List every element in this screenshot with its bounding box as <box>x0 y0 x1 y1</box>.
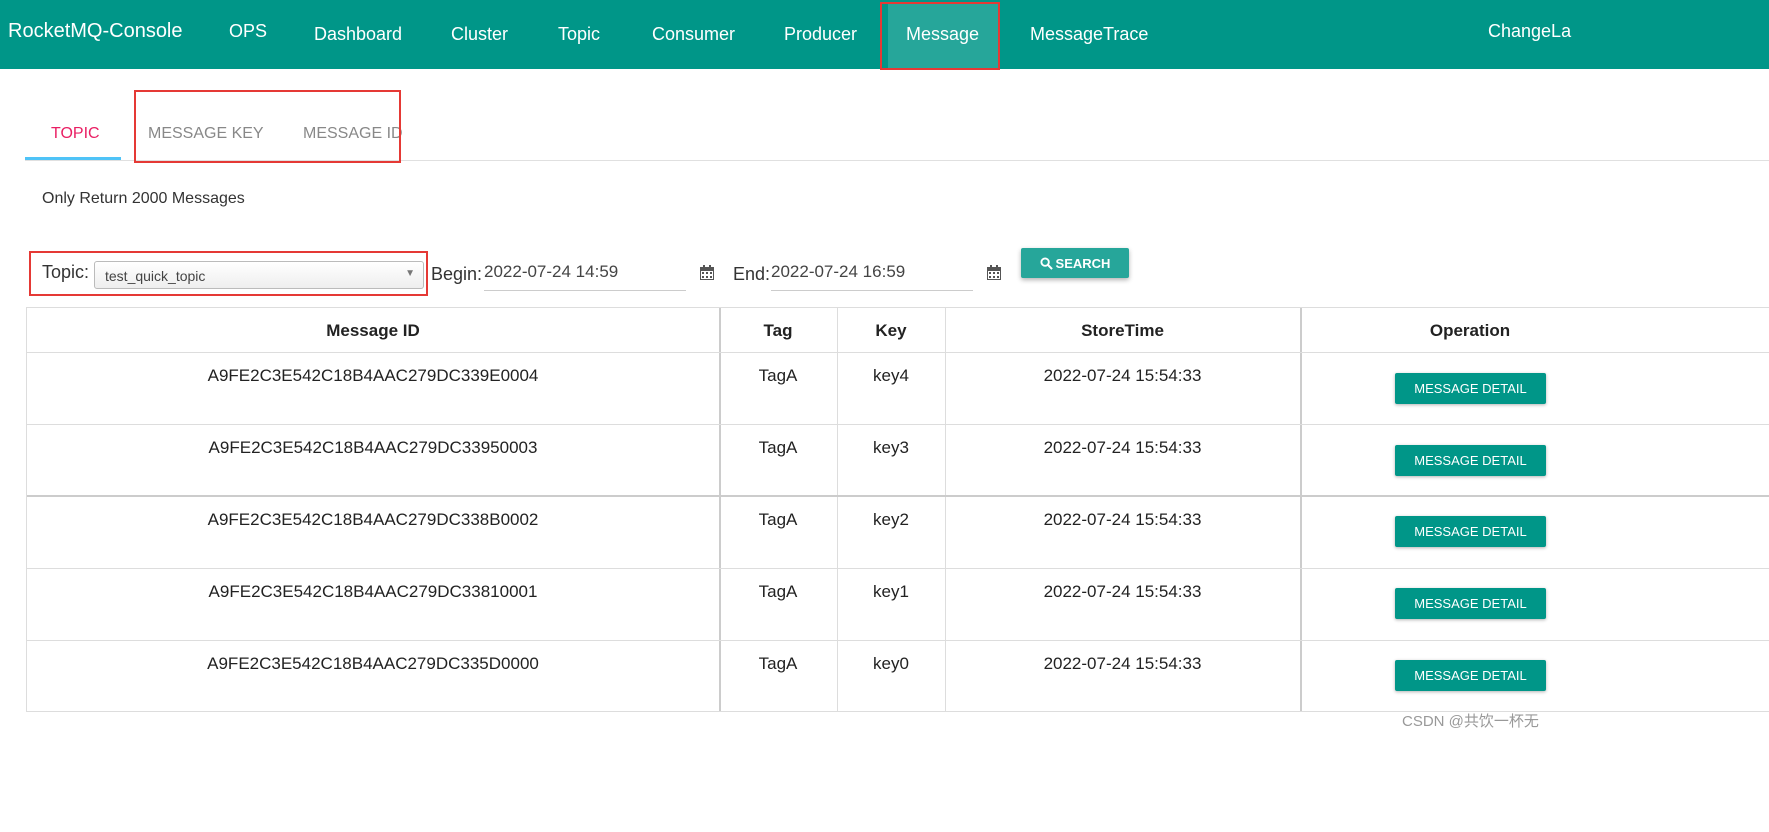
search-button[interactable]: SEARCH <box>1021 248 1129 278</box>
cell-tag: TagA <box>758 582 798 601</box>
message-detail-button[interactable]: MESSAGE DETAIL <box>1395 516 1546 547</box>
header-key: Key <box>875 321 907 340</box>
cell-message-id: A9FE2C3E542C18B4AAC279DC33810001 <box>208 582 538 601</box>
end-label: End: <box>733 264 771 284</box>
header-tag: Tag <box>763 321 793 340</box>
nav-change-language[interactable]: ChangeLa <box>1488 21 1571 42</box>
row-divider <box>27 352 1769 353</box>
nav-item-topic[interactable]: Topic <box>558 24 600 45</box>
cell-storetime: 2022-07-24 15:54:33 <box>1043 438 1202 457</box>
cell-message-id: A9FE2C3E542C18B4AAC279DC335D0000 <box>207 654 539 673</box>
cell-storetime: 2022-07-24 15:54:33 <box>1043 510 1202 529</box>
cell-storetime: 2022-07-24 15:54:33 <box>1043 366 1202 385</box>
row-divider <box>27 424 1769 425</box>
messages-table: Message ID Tag Key StoreTime Operation A… <box>26 307 1769 712</box>
row-divider <box>27 640 1769 641</box>
cell-key: key0 <box>873 654 909 673</box>
nav-item-dashboard[interactable]: Dashboard <box>314 24 402 45</box>
highlight-box-topic <box>29 251 428 296</box>
end-date-input[interactable]: 2022-07-24 16:59 <box>771 262 973 291</box>
nav-item-ops[interactable]: OPS <box>229 21 267 42</box>
cell-storetime: 2022-07-24 15:54:33 <box>1043 582 1202 601</box>
cell-tag: TagA <box>758 366 798 385</box>
cell-message-id: A9FE2C3E542C18B4AAC279DC338B0002 <box>207 510 539 529</box>
cell-key: key2 <box>873 510 909 529</box>
cell-key: key4 <box>873 366 909 385</box>
highlight-box-tabs <box>134 90 401 163</box>
calendar-icon[interactable] <box>699 265 715 281</box>
active-tab-indicator <box>25 157 121 160</box>
message-detail-button[interactable]: MESSAGE DETAIL <box>1395 373 1546 404</box>
cell-storetime: 2022-07-24 15:54:33 <box>1043 654 1202 673</box>
header-message-id: Message ID <box>326 321 420 340</box>
begin-label: Begin: <box>431 264 483 284</box>
watermark-text: CSDN @共饮一杯无 <box>1402 713 1539 730</box>
calendar-icon[interactable] <box>986 265 1002 281</box>
tab-topic[interactable]: TOPIC <box>51 125 100 143</box>
cell-tag: TagA <box>758 438 798 457</box>
cell-message-id: A9FE2C3E542C18B4AAC279DC33950003 <box>208 438 538 457</box>
nav-item-consumer[interactable]: Consumer <box>652 24 735 45</box>
cell-message-id: A9FE2C3E542C18B4AAC279DC339E0004 <box>207 366 539 385</box>
search-button-label: SEARCH <box>1055 255 1111 271</box>
message-detail-button[interactable]: MESSAGE DETAIL <box>1395 660 1546 691</box>
message-detail-button[interactable]: MESSAGE DETAIL <box>1395 445 1546 476</box>
highlight-box-message-nav <box>880 2 1000 70</box>
cell-tag: TagA <box>758 510 798 529</box>
search-icon <box>1040 256 1053 270</box>
brand-title[interactable]: RocketMQ-Console <box>8 20 183 43</box>
header-storetime: StoreTime <box>1081 321 1164 340</box>
nav-item-producer[interactable]: Producer <box>784 24 857 45</box>
row-divider <box>27 568 1769 569</box>
nav-item-messagetrace[interactable]: MessageTrace <box>1030 24 1148 45</box>
cell-key: key1 <box>873 582 909 601</box>
header-operation: Operation <box>1429 321 1511 340</box>
cell-key: key3 <box>873 438 909 457</box>
column-divider <box>1300 308 1302 711</box>
cell-tag: TagA <box>758 654 798 673</box>
notice-text: Only Return 2000 Messages <box>42 190 245 207</box>
row-divider <box>27 495 1769 497</box>
begin-date-input[interactable]: 2022-07-24 14:59 <box>484 262 686 291</box>
message-detail-button[interactable]: MESSAGE DETAIL <box>1395 588 1546 619</box>
nav-item-cluster[interactable]: Cluster <box>451 24 508 45</box>
